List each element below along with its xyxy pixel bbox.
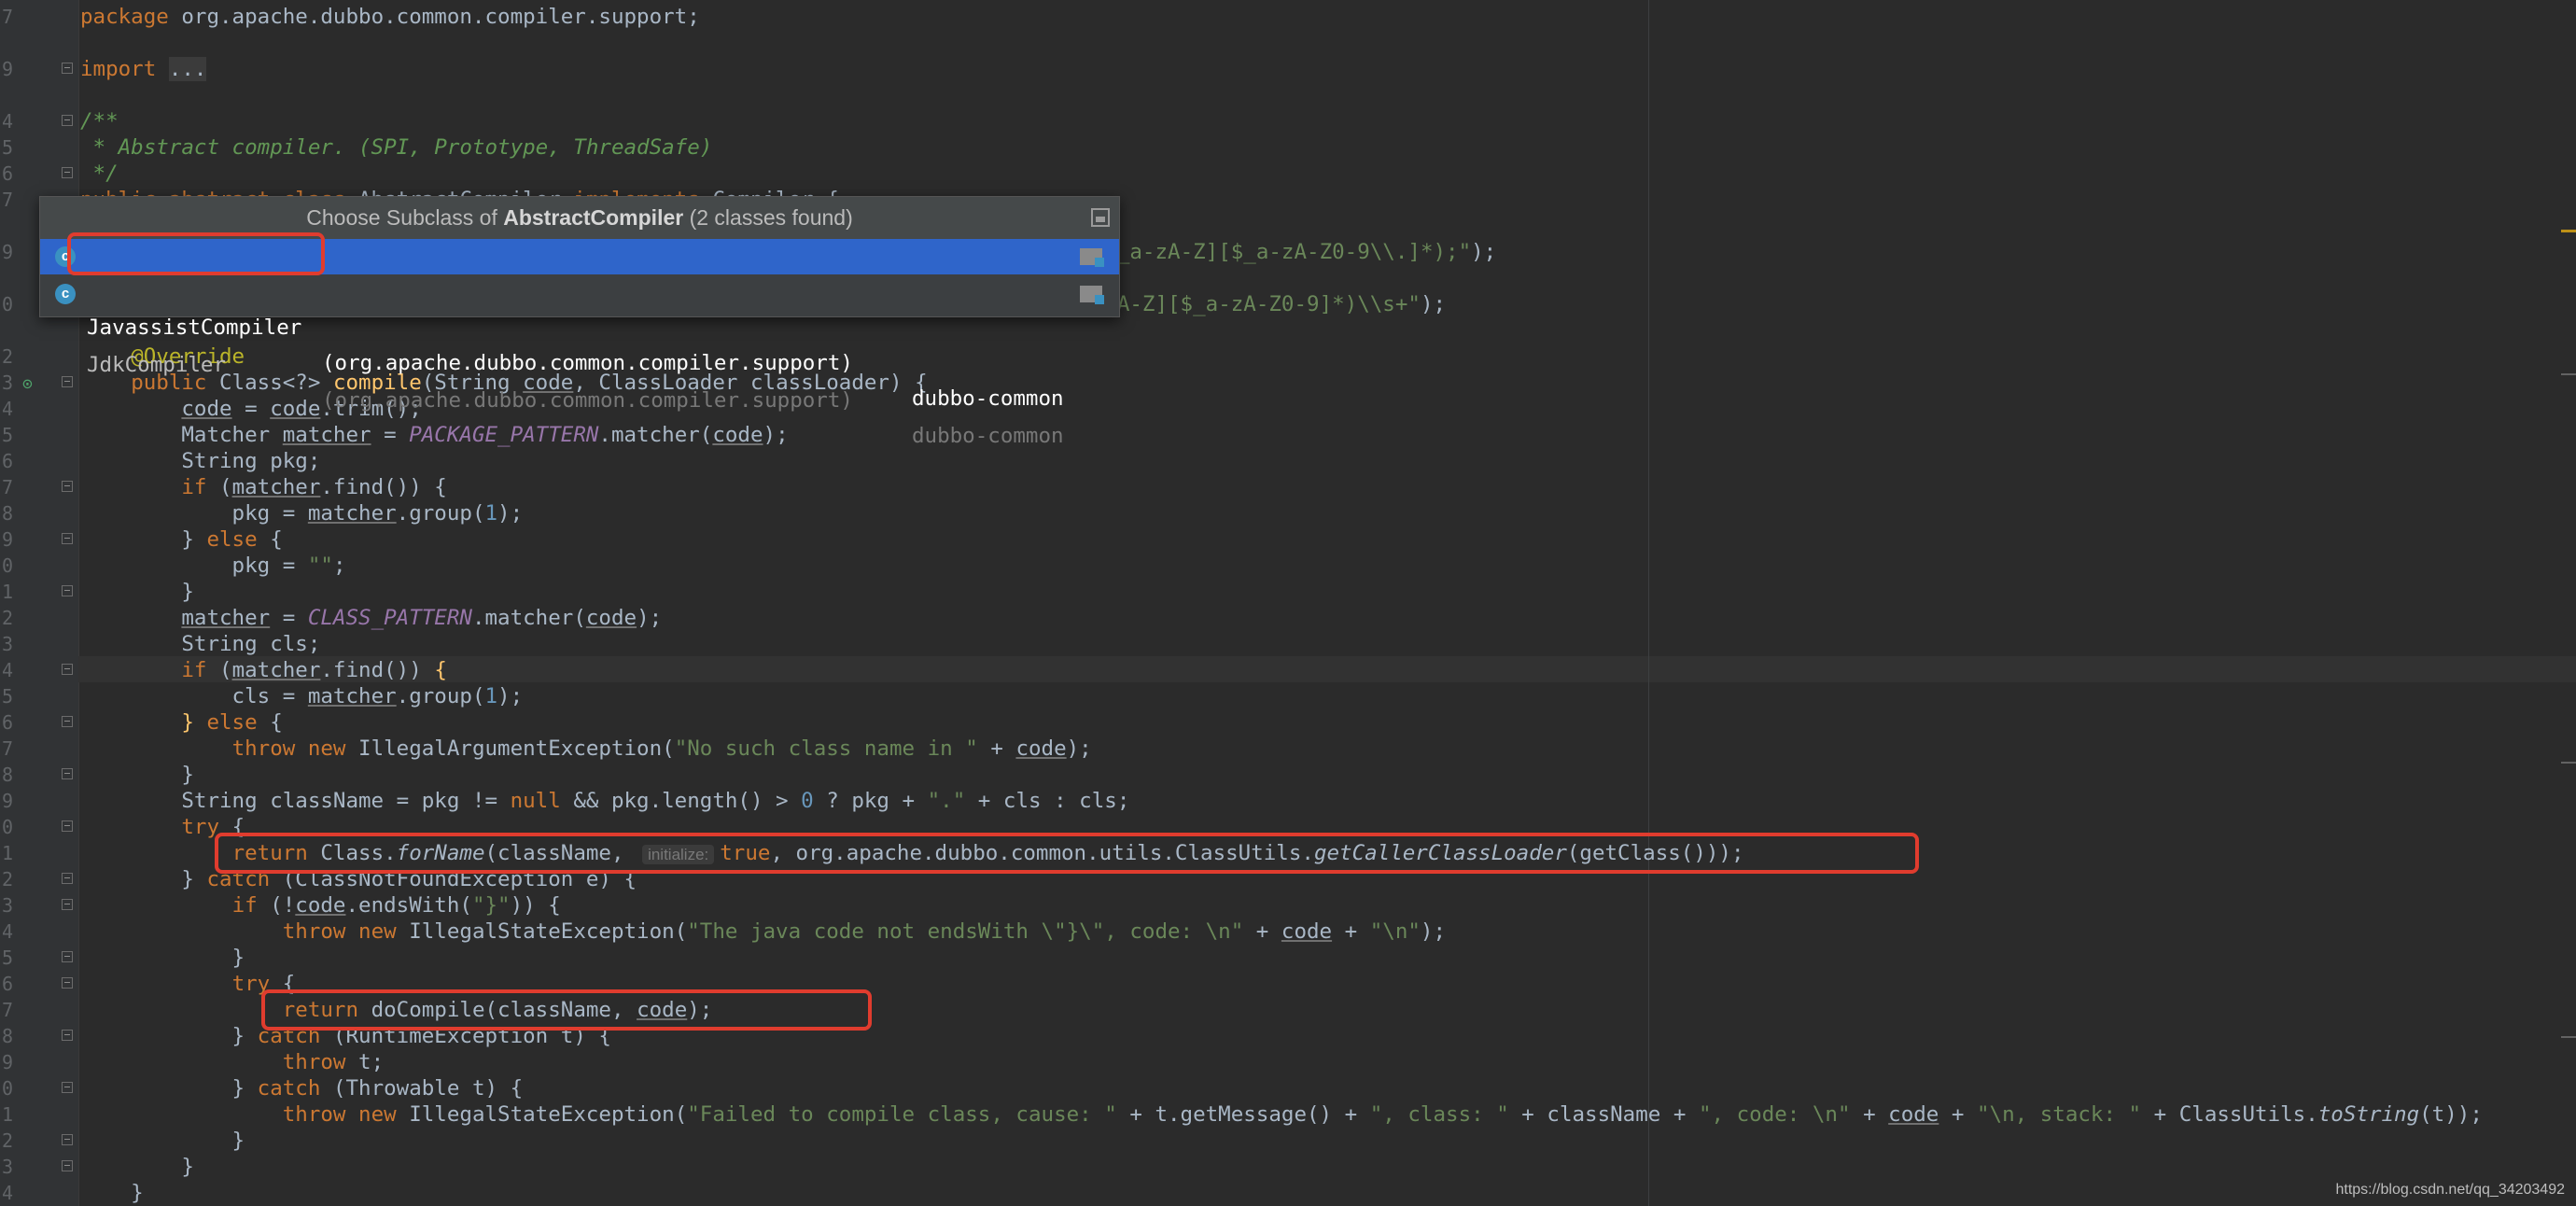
fold-icon[interactable] <box>62 1030 73 1041</box>
code-line: 0 } catch (Throwable t) { <box>1 1076 524 1101</box>
code-line: 9 throw t; <box>1 1050 385 1074</box>
code-line: 2 matcher = CLASS_PATTERN.matcher(code); <box>1 606 663 630</box>
error-stripe-marker[interactable] <box>2561 762 2576 764</box>
code-line: 3 if (!code.endsWith("}")) { <box>1 893 561 918</box>
module-folder-icon <box>1080 286 1104 304</box>
subclass-item-jdkcompiler[interactable]: c JdkCompiler (org.apache.dubbo.common.c… <box>40 276 1119 448</box>
code-line: 4 } <box>1 1181 144 1205</box>
fold-icon[interactable] <box>62 167 73 178</box>
code-line: 1 throw new IllegalStateException("Faile… <box>1 1102 2483 1127</box>
code-line: 1 } <box>1 580 194 604</box>
code-line: 8 pkg = matcher.group(1); <box>1 501 524 526</box>
code-line: 3 String cls; <box>1 632 321 656</box>
code-line: 5 } <box>1 946 245 970</box>
module-folder-icon <box>1080 248 1104 267</box>
error-stripe-marker[interactable] <box>2561 373 2576 375</box>
fold-icon[interactable] <box>62 533 73 544</box>
code-line: 7 package org.apache.dubbo.common.compile… <box>1 5 700 29</box>
code-line: 7 if (matcher.find()) { <box>1 475 447 499</box>
code-line: 6 } else { <box>1 710 283 735</box>
code-line: 9 } else { <box>1 527 283 552</box>
fold-icon[interactable] <box>62 951 73 962</box>
code-line: 7 throw new IllegalArgumentException("No… <box>1 736 1092 761</box>
code-line: 8 } <box>1 763 194 787</box>
fold-icon[interactable] <box>62 768 73 779</box>
code-line: 5 * Abstract compiler. (SPI, Prototype, … <box>1 135 713 160</box>
fold-icon[interactable] <box>62 977 73 989</box>
code-line: 2 } <box>1 1129 245 1153</box>
fold-icon[interactable] <box>62 664 73 675</box>
code-line: 5 Matcher matcher = PACKAGE_PATTERN.matc… <box>1 423 789 447</box>
annotation-highlight-javassist <box>67 232 325 275</box>
fold-icon[interactable] <box>62 716 73 727</box>
fold-icon[interactable] <box>62 1134 73 1145</box>
override-gutter-icon[interactable]: ⊙ <box>22 372 33 398</box>
code-line: 6 */ <box>1 161 119 186</box>
code-line: 9 import ... <box>1 57 207 81</box>
fold-icon[interactable] <box>62 1160 73 1171</box>
code-line: 0 pkg = ""; <box>1 554 346 578</box>
code-line: 4 throw new IllegalStateException("The j… <box>1 919 1447 944</box>
code-line: 6 String pkg; <box>1 449 321 473</box>
class-icon: c <box>55 284 76 304</box>
fold-icon[interactable] <box>62 115 73 126</box>
fold-icon[interactable] <box>62 899 73 910</box>
code-line: 5 cls = matcher.group(1); <box>1 684 524 708</box>
fold-icon[interactable] <box>62 585 73 596</box>
error-stripe-marker[interactable] <box>2561 230 2576 232</box>
fold-icon[interactable] <box>62 820 73 832</box>
fold-icon[interactable] <box>62 873 73 884</box>
code-line: 4/** <box>1 109 119 133</box>
code-line: 3 } <box>1 1155 194 1179</box>
watermark: https://blog.csdn.net/qq_34203492 <box>2335 1182 2565 1198</box>
code-line: 9 String className = pkg != null && pkg.… <box>1 789 1130 813</box>
fold-icon[interactable] <box>62 1082 73 1093</box>
pin-icon[interactable] <box>1091 208 1110 227</box>
error-stripe-marker[interactable] <box>2561 1036 2576 1038</box>
annotation-highlight-docompile <box>261 989 872 1031</box>
fold-icon[interactable] <box>62 63 73 74</box>
code-line: 4 if (matcher.find()) { <box>1 658 447 682</box>
annotation-highlight-forname <box>215 833 1919 874</box>
